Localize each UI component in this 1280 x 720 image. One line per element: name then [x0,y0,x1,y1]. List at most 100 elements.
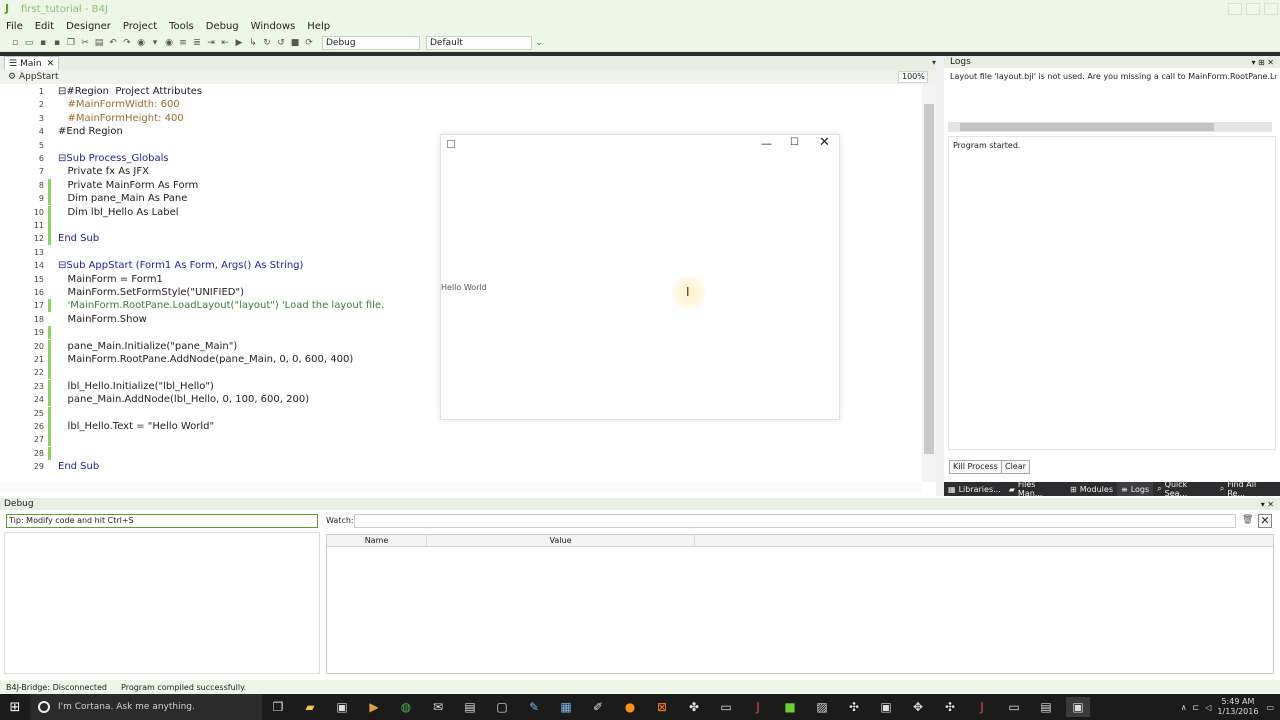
column-value[interactable]: Value [427,535,695,547]
watch-input[interactable] [354,514,1236,528]
media-icon[interactable]: ▶ [362,697,386,717]
menu-windows[interactable]: Windows [245,21,302,32]
step-out-icon[interactable]: ↺ [276,38,286,48]
app-icon-editor[interactable]: ▤ [1034,697,1058,717]
task-view-icon[interactable]: ❐ [266,697,290,717]
copy-icon[interactable]: ❐ [66,38,76,48]
indent-icon[interactable]: ⇥ [206,38,216,48]
form-maximize-button[interactable]: ☐ [790,137,799,148]
paste-icon[interactable]: ▤ [94,38,104,48]
b4j-taskbar-icon[interactable]: ▣ [1066,697,1090,717]
menu-designer[interactable]: Designer [60,21,117,32]
code-line[interactable]: 29 End Sub [0,460,920,473]
tray-chevron-icon[interactable]: ∧ [1181,703,1187,712]
code-line[interactable]: 3 #MainFormHeight: 400 [0,112,920,125]
running-app-window[interactable]: — ☐ ✕ Hello World [440,134,840,420]
navigate-dropdown-icon[interactable]: ▾ [150,38,160,48]
code-line[interactable]: 27 [0,433,920,447]
menu-tools[interactable]: Tools [163,21,200,32]
cortana-search[interactable]: I'm Cortana. Ask me anything. [30,694,262,720]
editor-vertical-scrollbar[interactable] [922,84,936,482]
app-icon-plugin[interactable]: ✥ [906,697,930,717]
kill-process-button[interactable]: Kill Process [949,460,1002,474]
profile-select[interactable]: Default [426,35,532,50]
network-icon[interactable]: ⊏ [1193,703,1200,712]
tab-main[interactable]: ☰ Main ✕ [4,56,60,70]
app-icon-tools[interactable]: ✣ [842,697,866,717]
menu-project[interactable]: Project [117,21,163,32]
app-icon-draw[interactable]: ✐ [586,697,610,717]
navigate-back-icon[interactable]: ◉ [136,38,146,48]
tab-quick-search[interactable]: ⌕ Quick Sea... [1153,480,1216,498]
editor-horizontal-scrollbar[interactable] [0,482,922,492]
maximize-button[interactable] [1246,3,1260,15]
uncomment-icon[interactable]: ≣ [192,38,202,48]
form-minimize-button[interactable]: — [761,137,772,150]
notepad-icon[interactable]: ▤ [458,697,482,717]
stop-icon[interactable]: ■ [290,38,300,48]
build-config-select[interactable]: Debug [322,35,420,50]
toolbar-overflow-icon[interactable]: ⌄ [534,38,544,48]
close-tab-icon[interactable]: ✕ [47,59,55,69]
tab-files-manager[interactable]: ▰ Files Man... [1005,480,1066,498]
tab-modules[interactable]: ⊞ Modules [1066,482,1117,496]
code-line[interactable]: 2 #MainFormWidth: 600 [0,98,920,111]
app-icon-b4a[interactable]: ▢ [490,697,514,717]
app-icon-pen[interactable]: ✎ [522,697,546,717]
step-over-icon[interactable]: ↻ [262,38,272,48]
minimize-button[interactable] [1228,3,1242,15]
navigate-forward-icon[interactable]: ◉ [164,38,174,48]
delete-watch-icon[interactable]: 🗑 [1242,515,1253,525]
tab-logs[interactable]: ≡ Logs [1117,482,1154,496]
tab-libraries[interactable]: ▦ Libraries... [944,482,1005,496]
notifications-icon[interactable]: ▭ [1266,703,1274,712]
watch-table[interactable]: Name Value [326,534,1274,674]
pane-splitter[interactable] [936,56,944,496]
redo-icon[interactable]: ↷ [122,38,132,48]
code-line[interactable]: 1 ⊟#Region Project Attributes [0,85,920,98]
terminal-icon[interactable]: ▭ [714,697,738,717]
app-icon-chart[interactable]: ▨ [810,697,834,717]
save-icon[interactable]: ▪ [38,38,48,48]
store-icon[interactable]: ▣ [330,697,354,717]
app-icon-calc[interactable]: ▦ [554,697,578,717]
run-icon[interactable]: ▶ [234,38,244,48]
step-in-icon[interactable]: ↳ [248,38,258,48]
app-icon-window[interactable]: ▭ [1002,697,1026,717]
open-icon[interactable]: ▭ [24,38,34,48]
logs-horizontal-scrollbar[interactable] [948,122,1272,132]
tab-find-all-references[interactable]: ⌕ Find All Re... [1216,480,1280,498]
app-icon-device[interactable]: ▣ [874,697,898,717]
cut-icon[interactable]: ✂ [80,38,90,48]
clear-logs-button[interactable]: Clear [1001,460,1030,474]
tray-clock[interactable]: 5:49 AM 1/13/2016 [1217,697,1258,717]
new-file-icon[interactable]: ▫ [10,38,20,48]
debug-tip-field[interactable]: Tip: Modify code and hit Ctrl+S [6,514,318,528]
sub-selector[interactable]: ⚙ AppStart [8,72,59,82]
comment-icon[interactable]: ≡ [178,38,188,48]
menu-edit[interactable]: Edit [29,21,60,32]
clear-watch-button[interactable]: ✕ [1258,514,1272,528]
xampp-icon[interactable]: ⊠ [650,697,674,717]
mail-icon[interactable]: ✉ [426,697,450,717]
menu-file[interactable]: File [0,21,29,32]
zoom-select[interactable]: 100% [898,71,928,83]
menu-debug[interactable]: Debug [200,21,245,32]
debug-variables-list[interactable] [4,532,320,674]
code-line[interactable]: 26 lbl_Hello.Text = "Hello World" [0,420,920,433]
menu-help[interactable]: Help [301,21,336,32]
save-all-icon[interactable]: ▪ [52,38,62,48]
close-button[interactable] [1264,3,1278,15]
scrollbar-thumb[interactable] [924,104,934,454]
scrollbar-thumb[interactable] [960,123,1214,131]
chrome-icon[interactable]: ◍ [394,697,418,717]
app-icon-puzzle[interactable]: ✣ [938,697,962,717]
java-icon-2[interactable]: J [970,697,994,717]
app-icon-green[interactable]: ■ [778,697,802,717]
windows-start-icon[interactable]: ⊞ [0,694,30,720]
logs-pane-controls[interactable]: ▾ ⊞ ✕ [1251,58,1274,67]
volume-icon[interactable]: ◁ [1205,703,1211,712]
java-icon[interactable]: J [746,697,770,717]
outdent-icon[interactable]: ⇤ [220,38,230,48]
file-explorer-icon[interactable]: ▰ [298,697,322,717]
